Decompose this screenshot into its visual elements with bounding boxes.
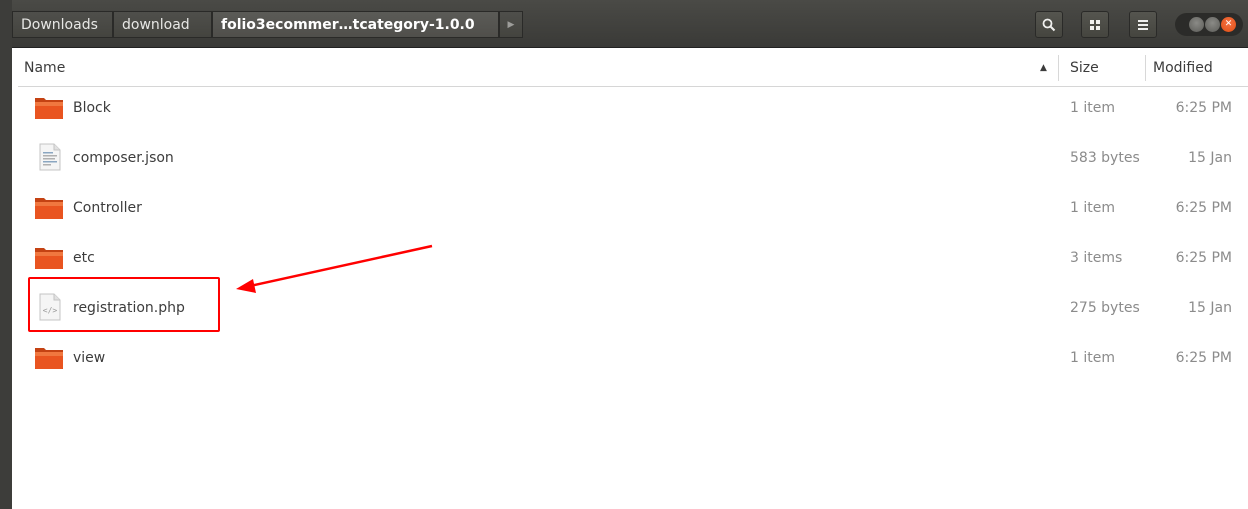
folder-icon — [35, 98, 63, 119]
file-size: 1 item — [1070, 350, 1115, 366]
window-controls: ✕ — [1175, 13, 1243, 36]
file-row[interactable]: view 1 item 6:25 PM — [18, 333, 1248, 383]
column-header-name[interactable]: Name — [24, 49, 65, 87]
folder-icon — [35, 198, 63, 219]
column-header-modified[interactable]: Modified — [1153, 49, 1213, 87]
column-separator[interactable] — [1058, 55, 1059, 81]
file-modified: 15 Jan — [1188, 300, 1232, 316]
column-header-row: Name ▲ Size Modified — [18, 49, 1248, 87]
file-size: 275 bytes — [1070, 300, 1140, 316]
file-modified: 15 Jan — [1188, 150, 1232, 166]
file-size: 1 item — [1070, 100, 1115, 116]
breadcrumb-download[interactable]: download — [113, 11, 212, 38]
minimize-button[interactable] — [1189, 17, 1204, 32]
file-modified: 6:25 PM — [1175, 100, 1232, 116]
breadcrumb-downloads[interactable]: Downloads — [12, 11, 113, 38]
file-name: registration.php — [73, 300, 185, 316]
file-row[interactable]: </> registration.php 275 bytes 15 Jan — [18, 283, 1248, 333]
column-separator[interactable] — [1145, 55, 1146, 81]
file-size: 1 item — [1070, 200, 1115, 216]
file-size: 583 bytes — [1070, 150, 1140, 166]
breadcrumb-current-folder[interactable]: folio3ecommer…tcategory-1.0.0 — [212, 11, 499, 38]
file-row[interactable]: Block 1 item 6:25 PM — [18, 83, 1248, 133]
file-size: 3 items — [1070, 250, 1123, 266]
file-name: composer.json — [73, 150, 174, 166]
text-file-icon — [39, 143, 61, 171]
folder-icon — [35, 348, 63, 369]
close-icon: ✕ — [1224, 19, 1233, 29]
view-toggle-button[interactable] — [1081, 11, 1109, 38]
file-modified: 6:25 PM — [1175, 350, 1232, 366]
breadcrumb-forward-arrow[interactable]: ▶ — [499, 11, 523, 38]
maximize-button[interactable] — [1205, 17, 1220, 32]
file-name: etc — [73, 250, 95, 266]
grid-view-icon — [1090, 20, 1100, 30]
file-name: view — [73, 350, 106, 366]
window-left-edge — [0, 0, 12, 509]
file-row[interactable]: Controller 1 item 6:25 PM — [18, 183, 1248, 233]
search-button[interactable] — [1035, 11, 1063, 38]
sort-ascending-icon: ▲ — [1040, 63, 1047, 73]
search-icon — [1042, 18, 1056, 32]
code-file-icon: </> — [39, 293, 61, 321]
file-row[interactable]: etc 3 items 6:25 PM — [18, 233, 1248, 283]
hamburger-menu-icon — [1138, 20, 1148, 30]
headerbar: Downloads download folio3ecommer…tcatego… — [12, 0, 1248, 48]
file-modified: 6:25 PM — [1175, 200, 1232, 216]
file-row[interactable]: composer.json 583 bytes 15 Jan — [18, 133, 1248, 183]
svg-text:</>: </> — [43, 306, 58, 315]
folder-icon — [35, 248, 63, 269]
file-modified: 6:25 PM — [1175, 250, 1232, 266]
column-header-size[interactable]: Size — [1070, 49, 1099, 87]
file-name: Block — [73, 100, 111, 116]
menu-button[interactable] — [1129, 11, 1157, 38]
close-button[interactable]: ✕ — [1221, 17, 1236, 32]
file-name: Controller — [73, 200, 142, 216]
